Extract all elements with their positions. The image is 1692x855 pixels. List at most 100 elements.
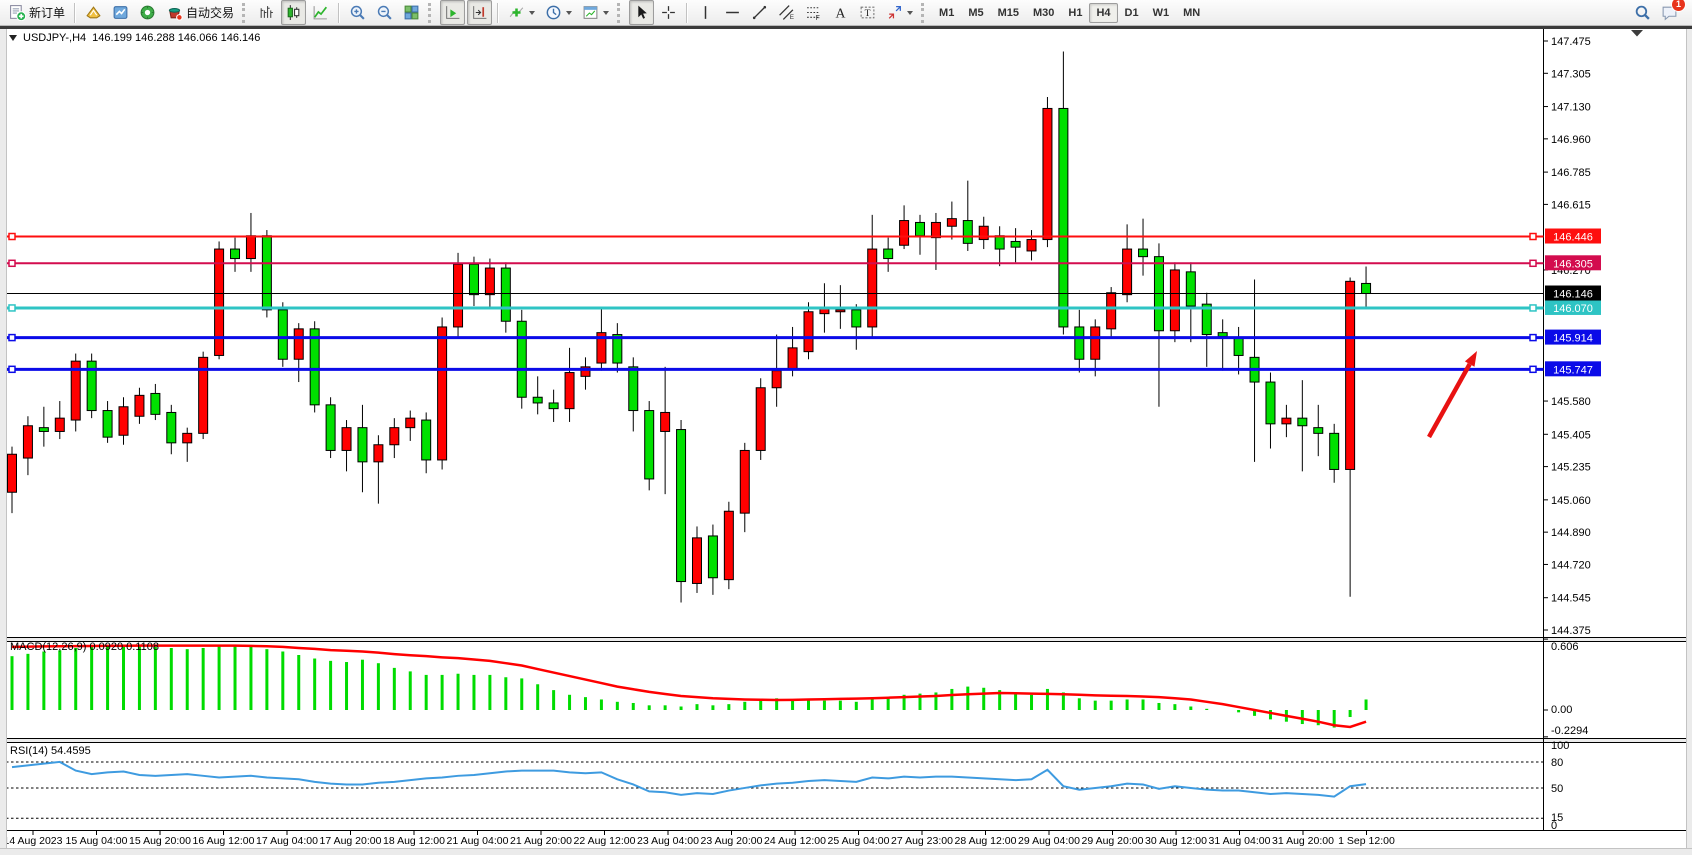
svg-text:A: A	[836, 5, 846, 20]
toolbar-separator	[74, 3, 76, 23]
arrows-button[interactable]	[882, 0, 917, 25]
zoom-out-button[interactable]	[372, 0, 397, 25]
price-chart-canvas[interactable]: 147.475147.305147.130146.960146.785146.6…	[0, 0, 1692, 854]
search-icon	[1634, 4, 1651, 21]
line-handle[interactable]	[9, 260, 15, 266]
timeframe-button-h1[interactable]: H1	[1061, 3, 1089, 23]
auto-scroll-button[interactable]	[440, 0, 465, 25]
toolbar-grip[interactable]	[617, 3, 623, 23]
timeframe-button-m15[interactable]: M15	[991, 3, 1026, 23]
candle-down	[995, 236, 1004, 249]
chart-shift-button[interactable]	[467, 0, 492, 25]
timeframe-button-m1[interactable]: M1	[932, 3, 961, 23]
text-button[interactable]: A	[828, 0, 853, 25]
timeframe-button-d1[interactable]: D1	[1118, 3, 1146, 23]
svg-text:145.405: 145.405	[1551, 429, 1591, 441]
candle-up	[788, 348, 797, 369]
channel-button[interactable]: E	[774, 0, 799, 25]
candle-up	[8, 454, 17, 492]
svg-text:15 Aug 20:00: 15 Aug 20:00	[129, 835, 191, 847]
candle-up	[868, 249, 877, 327]
templates-button[interactable]	[578, 0, 613, 25]
candle-up	[1091, 327, 1100, 359]
candle-down	[1059, 108, 1068, 327]
timeframe-button-m5[interactable]: M5	[961, 3, 990, 23]
candle-up	[1107, 293, 1116, 329]
bar-chart-icon	[258, 4, 275, 21]
candle-down	[629, 367, 638, 411]
line-handle[interactable]	[1530, 234, 1536, 240]
navigator-button[interactable]	[135, 0, 160, 25]
candle-down	[167, 412, 176, 442]
cursor-button[interactable]	[629, 0, 654, 25]
svg-text:0: 0	[1551, 820, 1557, 832]
auto-trading-button[interactable]: 自动交易	[162, 0, 238, 25]
chevron-down-icon	[907, 11, 913, 15]
candle-down	[469, 264, 478, 294]
macd-current-values: 0.0920 0.1108	[89, 641, 159, 653]
svg-text:146.960: 146.960	[1551, 134, 1591, 146]
svg-text:145.060: 145.060	[1551, 495, 1591, 507]
timeframe-button-h4[interactable]: H4	[1089, 3, 1117, 23]
svg-text:145.580: 145.580	[1551, 396, 1591, 408]
crosshair-button[interactable]	[656, 0, 681, 25]
svg-text:146.785: 146.785	[1551, 167, 1591, 179]
candle-down	[501, 268, 510, 321]
fibonacci-button[interactable]: F	[801, 0, 826, 25]
toolbar-grip[interactable]	[428, 3, 434, 23]
text-icon: A	[832, 4, 849, 21]
candle-down	[1298, 418, 1307, 426]
candle-up	[947, 219, 956, 227]
line-handle[interactable]	[1530, 335, 1536, 341]
candle-down	[1266, 382, 1275, 424]
line-handle[interactable]	[9, 305, 15, 311]
candlestick-icon	[285, 4, 302, 21]
line-handle[interactable]	[1530, 260, 1536, 266]
candle-up	[756, 388, 765, 451]
candle-up	[804, 312, 813, 352]
horizontal-line-button[interactable]	[720, 0, 745, 25]
vertical-line-button[interactable]	[693, 0, 718, 25]
line-handle[interactable]	[1530, 305, 1536, 311]
svg-text:146.615: 146.615	[1551, 199, 1591, 211]
market-watch-button[interactable]	[108, 0, 133, 25]
search-button[interactable]	[1630, 0, 1655, 25]
line-handle[interactable]	[9, 335, 15, 341]
notifications-button[interactable]: 1	[1657, 0, 1682, 25]
candle-down	[1314, 428, 1323, 434]
new-order-button[interactable]: 新订单	[5, 0, 69, 25]
line-chart-button[interactable]	[308, 0, 333, 25]
profiles-button[interactable]	[81, 0, 106, 25]
candle-up	[438, 327, 447, 460]
tile-windows-button[interactable]	[399, 0, 424, 25]
line-handle[interactable]	[9, 366, 15, 372]
timeframe-button-m30[interactable]: M30	[1026, 3, 1061, 23]
periods-button[interactable]	[541, 0, 576, 25]
timeframe-button-mn[interactable]: MN	[1176, 3, 1207, 23]
svg-text:146.305: 146.305	[1553, 258, 1593, 270]
symbol-dropdown-icon[interactable]	[9, 35, 17, 41]
label-button[interactable]: T	[855, 0, 880, 25]
candle-down	[1330, 433, 1339, 469]
timeframe-button-w1[interactable]: W1	[1146, 3, 1177, 23]
market-watch-icon	[112, 4, 129, 21]
zoom-in-button[interactable]	[345, 0, 370, 25]
auto-trading-icon	[166, 4, 183, 21]
svg-text:80: 80	[1551, 757, 1563, 769]
candle-up	[1043, 108, 1052, 239]
toolbar-grip[interactable]	[242, 3, 248, 23]
candle-down	[1011, 241, 1020, 247]
bar-chart-button[interactable]	[254, 0, 279, 25]
candle-down	[533, 397, 542, 403]
candle-up	[374, 445, 383, 462]
indicators-button[interactable]	[504, 0, 539, 25]
svg-text:146.146: 146.146	[1553, 289, 1593, 301]
line-handle[interactable]	[9, 234, 15, 240]
svg-text:29 Aug 04:00: 29 Aug 04:00	[1018, 835, 1080, 847]
auto-trading-button-label: 自动交易	[186, 4, 234, 21]
line-handle[interactable]	[1530, 366, 1536, 372]
zoom-out-icon	[376, 4, 393, 21]
toolbar-grip[interactable]	[921, 3, 927, 23]
trendline-button[interactable]	[747, 0, 772, 25]
candlestick-button[interactable]	[281, 0, 306, 25]
